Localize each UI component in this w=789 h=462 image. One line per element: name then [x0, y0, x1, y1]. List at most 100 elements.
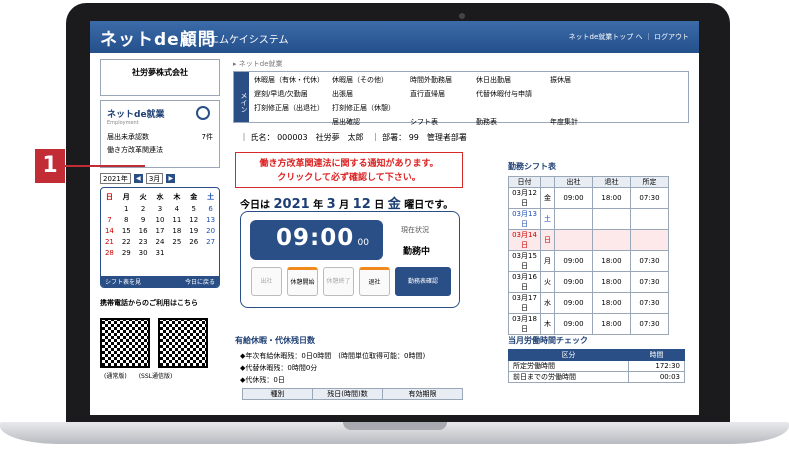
calendar-day[interactable]: 25: [168, 238, 185, 246]
leave-line-1: ◆年次有給休暇残：0日0時間 (時間単位取得可能：0時間): [240, 352, 426, 360]
shift-cell: 03月15日: [508, 250, 541, 272]
calendar-day[interactable]: 19: [185, 227, 202, 235]
next-month-icon[interactable]: ▶: [166, 174, 176, 183]
menu-tab[interactable]: メイン: [234, 72, 249, 122]
shift-cell: 水: [540, 292, 555, 314]
shift-cell: 月: [540, 250, 555, 272]
calendar-day[interactable]: 14: [101, 227, 118, 235]
calendar-day[interactable]: 15: [118, 227, 135, 235]
menu-item[interactable]: 届出確認: [332, 117, 410, 127]
shift-cell: [554, 208, 593, 230]
calendar-day[interactable]: 7: [101, 216, 118, 224]
menu-item[interactable]: 打刻修正届（休憩）: [332, 103, 410, 113]
unapproved-row[interactable]: 届出未承認数 7件: [107, 132, 213, 142]
calendar-day[interactable]: 29: [118, 249, 135, 257]
app-logo[interactable]: ネットde顧問: [100, 25, 216, 50]
calendar-day[interactable]: 26: [185, 238, 202, 246]
calendar-day[interactable]: 10: [152, 216, 169, 224]
calendar-day[interactable]: 28: [101, 249, 118, 257]
shift-cell: 土: [540, 208, 555, 230]
shift-cell: [630, 208, 669, 230]
calendar-day[interactable]: 17: [152, 227, 169, 235]
calendar-day[interactable]: 16: [135, 227, 152, 235]
laptop-stage: ネットde顧問 エムケイシステム ネットde就業トップ へ ｜ ログアウト 社労…: [0, 0, 789, 462]
employee-info: ｜ 氏名： 000003 社労夢 太郎 ｜ 部署： 99 管理者部署: [240, 133, 467, 142]
status-value: 勤務中: [403, 247, 431, 257]
view-shift-link[interactable]: シフト表を見: [105, 277, 141, 286]
calendar-day[interactable]: 23: [135, 238, 152, 246]
menu-item[interactable]: 時間外勤務届: [410, 75, 476, 85]
prev-month-icon[interactable]: ◀: [133, 174, 143, 183]
menu-item[interactable]: 遅刻/早退/欠勤届: [254, 89, 332, 99]
shift-header: 退社: [592, 176, 631, 188]
year-select[interactable]: 2021年: [100, 173, 131, 184]
monthly-row-label: 所定労働時間: [508, 360, 629, 372]
calendar-day[interactable]: 2: [135, 205, 152, 213]
menu-item[interactable]: 振休届: [550, 75, 610, 85]
leave-line-2: ◆代替休暇残：0時間0分: [240, 364, 318, 372]
calendar-day[interactable]: 24: [152, 238, 169, 246]
menu-item[interactable]: 休日出勤届: [476, 75, 550, 85]
menu-item[interactable]: 休暇届（その他）: [332, 75, 410, 85]
notice-line-2: クリックして必ず確認して下さい。: [277, 173, 421, 183]
calendar-day[interactable]: 6: [202, 205, 219, 213]
shift-cell: [592, 208, 631, 230]
break-start-button[interactable]: 休憩開始: [287, 267, 318, 296]
calendar-day[interactable]: 3: [152, 205, 169, 213]
calendar-day[interactable]: 12: [185, 216, 202, 224]
calendar-day[interactable]: 8: [118, 216, 135, 224]
monthly-row-value: 00:03: [628, 371, 685, 383]
menu-item[interactable]: 休暇届（有休・代休）: [254, 75, 332, 85]
reform-row[interactable]: 働き方改革関連法: [107, 145, 213, 155]
calendar-day[interactable]: 5: [185, 205, 202, 213]
calendar-day[interactable]: 18: [168, 227, 185, 235]
clock-out-button[interactable]: 退社: [359, 267, 390, 296]
month-select[interactable]: 3月: [145, 173, 164, 184]
unapproved-count: 7件: [201, 133, 213, 141]
shift-cell: 18:00: [592, 187, 631, 209]
menu-item[interactable]: 勤務表: [476, 117, 550, 127]
breadcrumb-text[interactable]: ネットde就業: [239, 60, 283, 68]
calendar-day[interactable]: 9: [135, 216, 152, 224]
calendar-day[interactable]: 30: [135, 249, 152, 257]
leave-table: 種別 残日(時間)数 有効期限: [242, 388, 463, 400]
reform-notice[interactable]: 働き方改革関連法に関する通知があります。 クリックして必ず確認して下さい。: [235, 152, 463, 188]
calendar-day[interactable]: 27: [202, 238, 219, 246]
qr-code-normal: [100, 318, 150, 368]
calendar-day[interactable]: 22: [118, 238, 135, 246]
break-end-button[interactable]: 休憩終了: [323, 267, 354, 296]
menu-item[interactable]: 代替休暇付与申請: [476, 89, 550, 99]
monthly-title: 当月労働時間チェック: [508, 336, 588, 345]
shift-row: 03月18日木 09:00 18:00 07:30: [508, 313, 669, 335]
calendar-day[interactable]: 13: [202, 216, 219, 224]
shift-cell: [630, 229, 669, 251]
calendar-day[interactable]: 20: [202, 227, 219, 235]
calendar-day[interactable]: 11: [168, 216, 185, 224]
menu-item[interactable]: 直行直帰届: [410, 89, 476, 99]
calendar-day[interactable]: 21: [101, 238, 118, 246]
time-main: 09:00: [276, 225, 355, 251]
clock-icon: [196, 106, 210, 120]
shift-row: 03月13日土: [508, 208, 669, 230]
menu-item[interactable]: 打刻修正届（出退社）: [254, 103, 332, 113]
menu-item[interactable]: 出張届: [332, 89, 410, 99]
punch-panel: 09:00 00 現在状況 勤務中 出社 休憩開始 休憩終了 退社 勤務表確認: [240, 211, 460, 308]
calendar-day[interactable]: 4: [168, 205, 185, 213]
menu-grid: 休暇届（有休・代休） 休暇届（その他） 時間外勤務届 休日出勤届 振休届遅刻/早退/欠勤…: [254, 75, 610, 127]
qr-label-ssl: (SSL通信版): [138, 373, 173, 380]
shift-cell: 03月12日: [508, 187, 541, 209]
timesheet-confirm-button[interactable]: 勤務表確認: [395, 267, 451, 296]
unapproved-label: 届出未承認数: [107, 133, 149, 141]
monthly-table: 区分 時間 所定労働時間 172:30 前日までの労働時間 00:03: [508, 349, 685, 383]
shift-cell: 火: [540, 271, 555, 293]
back-today-link[interactable]: 今日に戻る: [185, 277, 215, 286]
menu-item[interactable]: シフト表: [410, 117, 476, 127]
menu-item[interactable]: 年度集計: [550, 117, 610, 127]
calendar-day[interactable]: 1: [118, 205, 135, 213]
top-links[interactable]: ネットde就業トップ へ ｜ ログアウト: [569, 32, 689, 42]
calendar-day[interactable]: 31: [152, 249, 169, 257]
clock-in-button[interactable]: 出社: [251, 267, 282, 296]
shift-header: [540, 176, 555, 188]
qr-labels: (通常版) (SSL通信版): [100, 371, 220, 380]
screen: ネットde顧問 エムケイシステム ネットde就業トップ へ ｜ ログアウト 社労…: [90, 21, 699, 415]
